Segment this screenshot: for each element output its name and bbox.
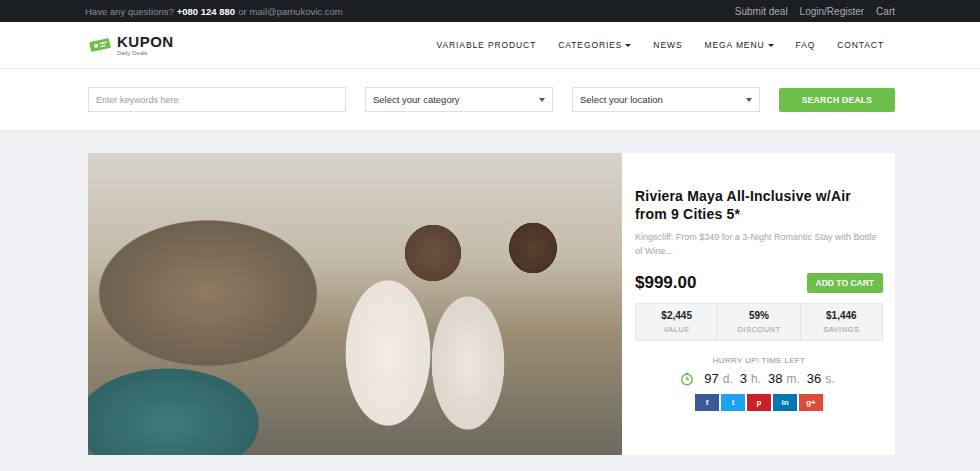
stat-cell: 59% DISCOUNT — [717, 304, 799, 340]
countdown-value: 97 — [704, 371, 718, 386]
contact-email[interactable]: mail@pamukovic.com — [250, 6, 343, 17]
share-button[interactable]: g+ — [799, 394, 823, 411]
contact-phone[interactable]: +080 124 880 — [177, 6, 235, 17]
caret-down-icon — [539, 98, 545, 102]
deal-info: Riviera Maya All-Inclusive w/Air from 9 … — [622, 153, 895, 455]
menu-item[interactable]: CATEGORIES — [558, 40, 631, 50]
countdown-unit: m. — [787, 372, 800, 386]
stat-label: VALUE — [663, 324, 690, 335]
deal-stats: $2,445 VALUE 59% DISCOUNT $1,446 SAVINGS — [635, 303, 883, 341]
stat-cell: $1,446 SAVINGS — [800, 304, 882, 340]
stat-cell: $2,445 VALUE — [636, 304, 717, 340]
logo-name: KUPON — [117, 34, 174, 49]
countdown-unit: h. — [751, 372, 761, 386]
share-button[interactable]: t — [721, 394, 745, 411]
countdown-unit: d. — [723, 372, 733, 386]
countdown-value: 36 — [807, 371, 821, 386]
top-bar: Have any questions?+080 124 880or mail@pa… — [0, 0, 980, 22]
stat-value: $2,445 — [661, 309, 692, 322]
menu-item[interactable]: FAQ — [796, 40, 816, 50]
menu-item[interactable]: CONTACT — [837, 40, 884, 50]
stat-label: SAVINGS — [823, 324, 859, 335]
deal-description: Kingscliff: From $349 for a 3-Night Roma… — [635, 230, 883, 258]
contact-question: Have any questions? — [85, 6, 174, 17]
countdown-unit: s. — [825, 372, 834, 386]
keyword-field — [88, 87, 346, 112]
top-link[interactable]: Login/Register — [800, 6, 864, 17]
countdown: 97 d. 3 h. 38 m. 36 s. — [635, 371, 883, 386]
stat-label: DISCOUNT — [737, 324, 780, 335]
share-button[interactable]: f — [695, 394, 719, 411]
menu-item[interactable]: MEGA MENU — [704, 40, 773, 50]
menu-item[interactable]: NEWS — [653, 40, 682, 50]
caret-down-icon — [768, 44, 774, 47]
top-link[interactable]: Submit deal — [735, 6, 788, 17]
search-bar: Select your category Select your location… — [0, 69, 980, 131]
menu-item[interactable]: VARIABLE PRODUCT — [437, 40, 537, 50]
top-links: Submit deal Login/Register Cart — [735, 6, 895, 17]
stat-value: 59% — [749, 309, 769, 322]
countdown-label: HURRY UP! TIME LEFT — [635, 356, 883, 365]
search-button[interactable]: SEARCH DEALS — [779, 88, 895, 112]
stat-value: $1,446 — [826, 309, 857, 322]
ticket-icon — [88, 37, 112, 53]
location-select[interactable]: Select your location — [572, 87, 760, 112]
countdown-value: 38 — [768, 371, 782, 386]
share-button[interactable]: p — [747, 394, 771, 411]
contact-info: Have any questions?+080 124 880or mail@pa… — [85, 6, 346, 17]
countdown-value: 3 — [740, 371, 747, 386]
menu: VARIABLE PRODUCT CATEGORIES NEWS MEGA MENU F… — [437, 40, 895, 50]
keyword-input[interactable] — [96, 95, 338, 105]
clock-icon — [680, 372, 694, 386]
add-to-cart-button[interactable]: ADD TO CART — [807, 273, 883, 293]
deal-title[interactable]: Riviera Maya All-Inclusive w/Air from 9 … — [635, 187, 883, 223]
logo-tagline: Daily Deals — [117, 50, 174, 56]
deal-price: $999.00 — [635, 273, 696, 293]
deal-card: Riviera Maya All-Inclusive w/Air from 9 … — [88, 153, 895, 455]
caret-down-icon — [746, 98, 752, 102]
category-select[interactable]: Select your category — [365, 87, 553, 112]
share-button[interactable]: in — [773, 394, 797, 411]
logo[interactable]: KUPONDaily Deals — [85, 34, 174, 56]
deal-photo[interactable] — [88, 153, 622, 455]
main-nav: KUPONDaily Deals VARIABLE PRODUCT CATEGORI… — [0, 22, 980, 69]
contact-connector: or — [238, 6, 246, 17]
share-buttons: ftping+ — [635, 394, 883, 411]
caret-down-icon — [625, 44, 631, 47]
top-link[interactable]: Cart — [876, 6, 895, 17]
